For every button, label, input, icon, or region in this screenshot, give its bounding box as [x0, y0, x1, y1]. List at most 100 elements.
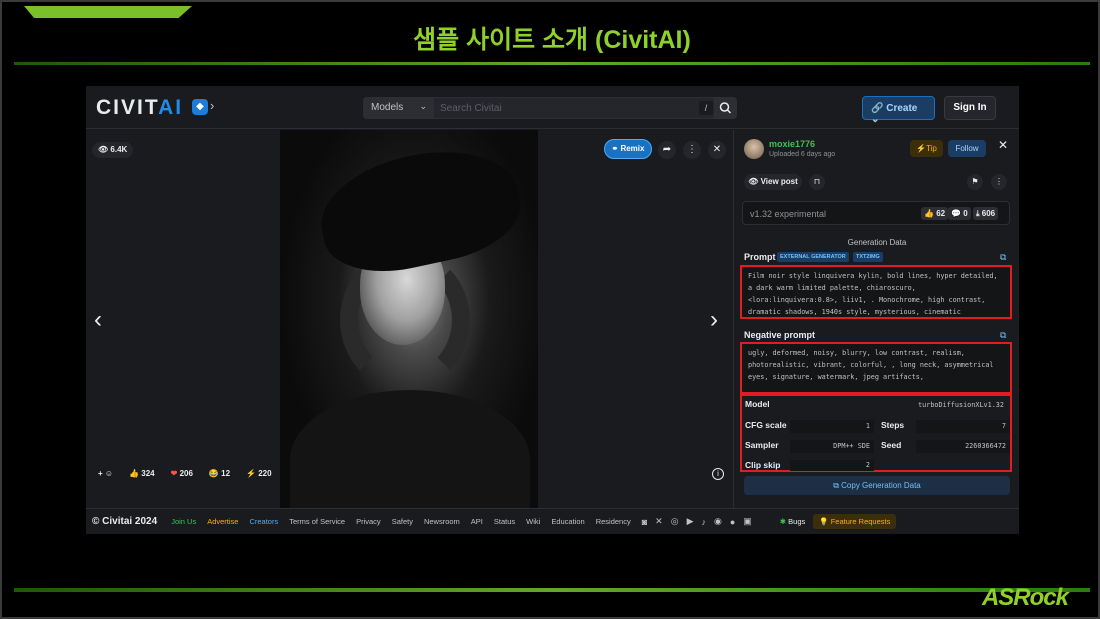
- footer-link-api[interactable]: API: [471, 517, 483, 526]
- eye-icon: 👁: [748, 177, 761, 186]
- seed-value[interactable]: 2260366472: [916, 440, 1010, 453]
- negative-prompt-label: Negative prompt: [744, 330, 816, 340]
- generation-data-title: Generation Data: [847, 238, 907, 247]
- footer-link-safety[interactable]: Safety: [392, 517, 413, 526]
- feature-requests-button[interactable]: 💡 Feature Requests: [813, 514, 897, 529]
- clip-skip-value[interactable]: 2: [790, 460, 874, 471]
- prompt-text[interactable]: Film noir style linquivera kylin, bold l…: [740, 265, 1012, 319]
- asrock-logo: ASRock: [981, 584, 1069, 611]
- top-accent-bar: [24, 6, 192, 18]
- close-icon[interactable]: ✕: [998, 138, 1008, 152]
- youtube-icon[interactable]: ▶: [687, 516, 694, 527]
- footer-link-privacy[interactable]: Privacy: [356, 517, 381, 526]
- generation-params: Model turboDiffusionXLv1.32 CFG scale 1 …: [740, 394, 1012, 472]
- copyright: © Civitai 2024: [92, 516, 158, 527]
- next-arrow-icon[interactable]: ›: [710, 306, 718, 334]
- bolt-icon: ⚡: [916, 144, 927, 153]
- reaction-bolt[interactable]: ⚡ 220: [240, 465, 278, 483]
- tip-button[interactable]: ⚡Tip: [910, 140, 943, 157]
- seed-label: Seed: [881, 440, 902, 450]
- site-footer: © Civitai 2024 Join Us Advertise Creator…: [86, 508, 1019, 534]
- clip-skip-label: Clip skip: [745, 460, 781, 470]
- chevron-right-icon[interactable]: ›: [210, 98, 214, 113]
- param-row-cfg: CFG scale 1 Steps 7: [742, 420, 1014, 436]
- models-select[interactable]: Models ⌄: [363, 97, 433, 119]
- slash-hint: /: [699, 101, 713, 115]
- model-value[interactable]: turboDiffusionXLv1.32: [786, 399, 1008, 412]
- image-hat: [310, 135, 530, 285]
- github-icon[interactable]: ●: [730, 517, 735, 527]
- top-divider: [14, 62, 1090, 65]
- add-reaction-button[interactable]: + ☺: [92, 465, 120, 483]
- sampler-label: Sampler: [745, 440, 779, 450]
- chevron-down-icon: ⌄: [419, 101, 427, 111]
- slide-frame: 샘플 사이트 소개 (CivitAI) CIVITAI ◆ › Models ⌄ …: [0, 0, 1100, 619]
- flag-icon[interactable]: ⚑: [967, 174, 983, 190]
- create-button[interactable]: 🔗 Create ⌄: [862, 96, 935, 125]
- close-icon[interactable]: ✕: [708, 141, 726, 159]
- sampler-value[interactable]: DPM++ SDE: [790, 440, 874, 453]
- bookmark-icon[interactable]: ⊓: [809, 174, 825, 190]
- previous-arrow-icon[interactable]: ‹: [94, 306, 102, 334]
- model-version[interactable]: v1.32 experimental 👍 62 💬 0 ⤓ 606: [742, 201, 1010, 225]
- twitch-icon[interactable]: ▣: [743, 516, 752, 527]
- copy-icon[interactable]: ⧉: [1000, 330, 1006, 341]
- param-row-clip: Clip skip 2: [742, 460, 1014, 476]
- cfg-value[interactable]: 1: [790, 420, 874, 433]
- cfg-label: CFG scale: [745, 420, 787, 430]
- eye-icon: 👁: [98, 145, 111, 154]
- username[interactable]: moxie1776: [769, 139, 815, 149]
- civitai-logo[interactable]: CIVITAI: [96, 96, 183, 120]
- footer-link-join-us[interactable]: Join Us: [171, 517, 196, 526]
- site-header: CIVITAI ◆ › Models ⌄ Search Civitai / 🔗 Cr…: [86, 86, 1019, 129]
- negative-prompt-text[interactable]: ugly, deformed, noisy, blurry, low contr…: [740, 342, 1012, 394]
- generated-image[interactable]: [280, 130, 538, 508]
- search-input[interactable]: Search Civitai /: [433, 97, 718, 119]
- search-icon: [719, 102, 732, 114]
- more-options-icon[interactable]: ⋮: [683, 141, 701, 159]
- copy-icon[interactable]: ⧉: [1000, 252, 1006, 263]
- tag-txt2img: TXT2IMG: [853, 252, 883, 262]
- discord-icon[interactable]: ◙: [642, 517, 647, 527]
- downloads-stat: ⤓ 606: [973, 207, 999, 220]
- footer-link-education[interactable]: Education: [551, 517, 584, 526]
- cube-icon[interactable]: ◆: [192, 99, 208, 115]
- footer-link-advertise[interactable]: Advertise: [207, 517, 238, 526]
- comments-stat: 💬 0: [948, 207, 971, 220]
- footer-link-creators[interactable]: Creators: [249, 517, 278, 526]
- copy-generation-data-button[interactable]: ⧉ Copy Generation Data: [744, 476, 1010, 495]
- steps-label: Steps: [881, 420, 905, 430]
- footer-link-residency[interactable]: Residency: [596, 517, 631, 526]
- remix-button[interactable]: ⚭ Remix: [604, 139, 652, 159]
- bottom-divider: [14, 588, 1090, 592]
- likes-stat: 👍 62: [921, 207, 949, 220]
- footer-link-newsroom[interactable]: Newsroom: [424, 517, 460, 526]
- more-options-icon[interactable]: ⋮: [991, 174, 1007, 190]
- view-post-button[interactable]: 👁 View post: [744, 174, 802, 190]
- reaction-laugh[interactable]: 😂 12: [202, 465, 237, 483]
- sign-in-button[interactable]: Sign In: [944, 96, 996, 120]
- x-icon[interactable]: ✕: [655, 516, 663, 527]
- tiktok-icon[interactable]: ♪: [701, 517, 706, 527]
- footer-link-status[interactable]: Status: [494, 517, 515, 526]
- share-icon[interactable]: ➦: [658, 141, 676, 159]
- follow-button[interactable]: Follow: [948, 140, 986, 157]
- avatar[interactable]: [744, 139, 764, 159]
- slide-title: 샘플 사이트 소개 (CivitAI): [413, 26, 691, 54]
- info-icon[interactable]: i: [712, 468, 724, 480]
- model-label: Model: [745, 399, 770, 409]
- search-button[interactable]: [714, 97, 737, 119]
- footer-link-wiki[interactable]: Wiki: [526, 517, 540, 526]
- reaction-heart[interactable]: ❤ 206: [164, 465, 199, 483]
- reaction-like[interactable]: 👍 324: [123, 465, 161, 483]
- reddit-icon[interactable]: ◉: [714, 516, 722, 527]
- param-row-sampler: Sampler DPM++ SDE Seed 2260366472: [742, 440, 1014, 456]
- instagram-icon[interactable]: ◎: [671, 516, 679, 527]
- bugs-link[interactable]: ✱ Bugs: [780, 517, 805, 526]
- chevron-down-icon: ⌄: [871, 114, 880, 125]
- footer-link-terms[interactable]: Terms of Service: [289, 517, 345, 526]
- tag-external-generator: EXTERNAL GENERATOR: [777, 252, 849, 262]
- steps-value[interactable]: 7: [916, 420, 1010, 433]
- lightbulb-icon: 💡: [819, 517, 831, 526]
- upload-time: Uploaded 6 days ago: [769, 151, 836, 158]
